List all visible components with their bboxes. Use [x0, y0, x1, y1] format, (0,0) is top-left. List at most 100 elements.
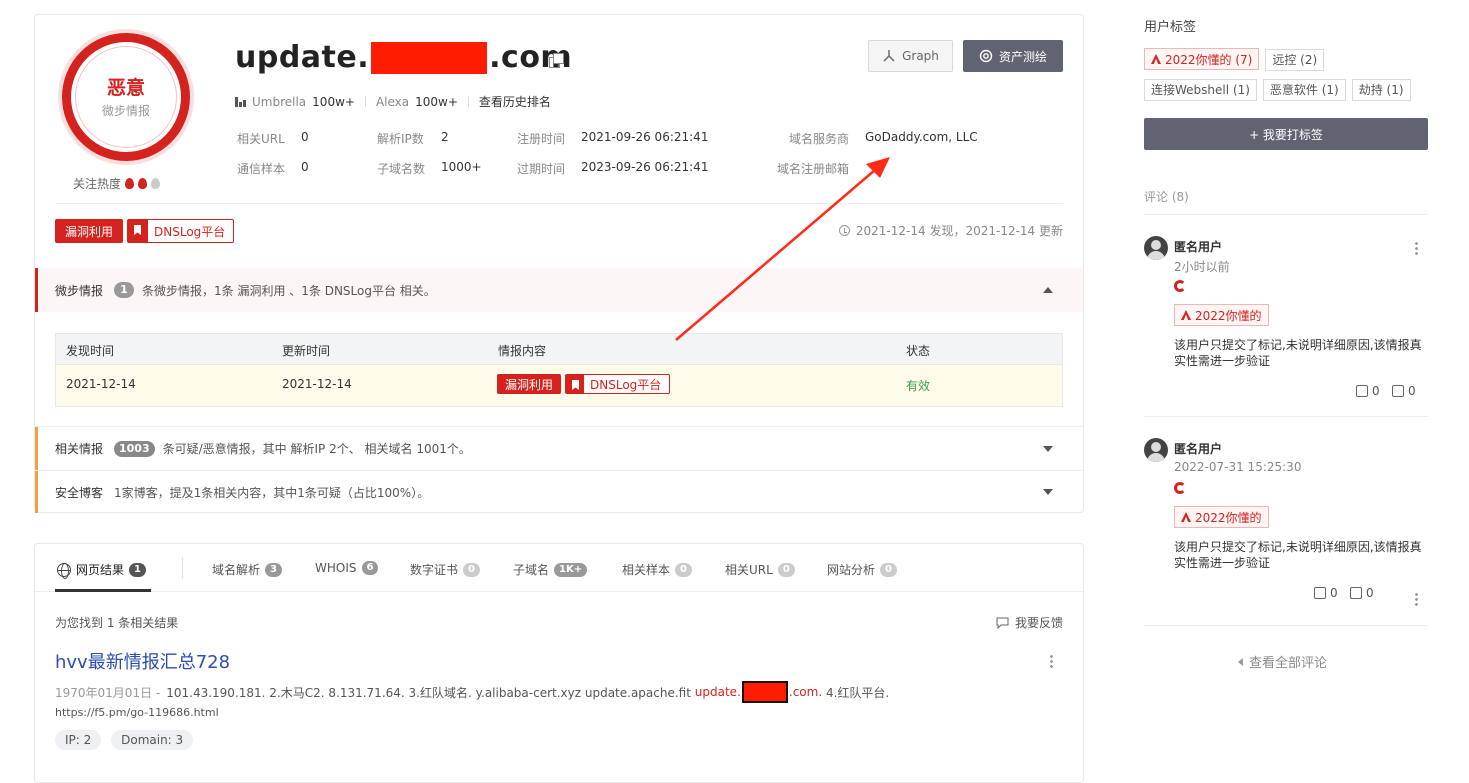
tab-related-samples[interactable]: 相关样本 0 [622, 561, 692, 578]
results-summary: 为您找到 1 条相关结果 [55, 616, 179, 630]
verdict-label: 恶意 [106, 77, 145, 99]
comment-time: 2小时以前 [1174, 260, 1230, 274]
result-tabs: 网页结果 1 域名解析 3 WHOIS 6 数字证书 0 子域名 1K+ 相关样本 0 相关… [35, 544, 1083, 592]
user-tag[interactable]: 恶意软件 (1) [1262, 78, 1346, 101]
graph-button[interactable]: Graph [868, 40, 953, 72]
intel-tags: 漏洞利用 DNSLog平台 [55, 219, 235, 243]
tag-icon [1181, 310, 1191, 320]
bookmark-icon [128, 220, 149, 242]
exploit-tag[interactable]: 漏洞利用 [55, 219, 124, 243]
dnslog-tag[interactable]: DNSLog平台 [127, 219, 235, 243]
upvote-button[interactable]: 0 [1356, 384, 1380, 398]
view-all-comments-link[interactable]: 查看全部评论 [1238, 652, 1327, 671]
meta-registrar: 域名服务商 GoDaddy.com, LLC [789, 130, 978, 146]
result-url[interactable]: https://f5.pm/go-119686.html [55, 706, 219, 719]
intel-table: 发现时间 更新时间 情报内容 状态 2021-12-14 2021-12-14 … [55, 333, 1063, 407]
caret-left-icon [1238, 657, 1243, 666]
thumbs-down-icon [1392, 385, 1404, 397]
user-tag[interactable]: 2022你懂的 (7) [1144, 48, 1260, 70]
meta-reg-time: 注册时间 2021-09-26 06:21:41 [517, 130, 709, 146]
feedback-button[interactable]: 我要反馈 [996, 614, 1063, 631]
table-row: 2021-12-14 2021-12-14 漏洞利用 DNSLog平台 有效 [56, 365, 1062, 406]
comment-user: 匿名用户 [1174, 442, 1223, 456]
tab-related-url[interactable]: 相关URL 0 [725, 561, 795, 578]
comment-user: 匿名用户 [1174, 240, 1223, 254]
tab-site-analysis[interactable]: 网站分析 0 [827, 561, 897, 578]
result-snippet: 1970年01月01日 - 101.43.190.181. 2.木马C2. 8.… [55, 681, 889, 703]
heat-label: 关注热度 [73, 177, 122, 191]
more-options-icon[interactable] [1415, 241, 1418, 256]
heat-indicator: 关注热度 [73, 175, 161, 192]
comment-tag[interactable]: 2022你懂的 [1174, 506, 1269, 528]
malicious-mark-icon [1174, 280, 1186, 292]
status-valid: 有效 [906, 379, 931, 393]
result-chips: IP: 2 Domain: 3 [55, 730, 199, 750]
domain-prefix: update. [235, 40, 370, 75]
add-tag-button[interactable]: + 我要打标签 [1144, 118, 1428, 150]
section-security-blog[interactable]: 安全博客 1家博客，提及1条相关内容，其中1条可疑（占比100%）。 [35, 471, 1083, 513]
asset-mapping-button[interactable]: 资产测绘 [963, 40, 1063, 72]
redaction-box [741, 681, 788, 703]
thumbs-up-icon [1314, 587, 1326, 599]
expand-icon[interactable] [1043, 489, 1053, 495]
thumbs-up-icon [1356, 385, 1368, 397]
section-related-intel[interactable]: 相关情报 1003 条可疑/恶意情报，其中 解析IP 2个、 相关域名 1001… [35, 427, 1083, 470]
result-title-link[interactable]: hvv最新情报汇总728 [55, 648, 230, 674]
dnslog-tag[interactable]: DNSLog平台 [565, 374, 671, 394]
tab-web-results[interactable]: 网页结果 1 [57, 561, 146, 579]
flame-icon [151, 178, 161, 189]
radar-icon [979, 49, 993, 63]
table-header: 发现时间 更新时间 情报内容 状态 [56, 334, 1062, 365]
meta-subdomains: 子域名数 1000+ [377, 160, 482, 176]
bar-chart-icon [235, 96, 246, 107]
comment-tag[interactable]: 2022你懂的 [1174, 304, 1269, 326]
avatar [1144, 236, 1168, 260]
user-tag[interactable]: 远控 (2) [1265, 48, 1325, 71]
meta-related-url: 相关URL 0 [237, 130, 309, 146]
downvote-button[interactable]: 0 [1392, 384, 1416, 398]
domain-chip[interactable]: Domain: 3 [111, 730, 194, 750]
umbrella-label: Umbrella [252, 94, 307, 109]
copy-icon[interactable] [549, 53, 564, 68]
exploit-tag[interactable]: 漏洞利用 [497, 374, 562, 394]
redaction-box [371, 41, 488, 74]
graph-icon [883, 50, 895, 62]
active-tab-underline [55, 589, 151, 592]
tab-dns-resolution[interactable]: 域名解析 3 [212, 561, 282, 578]
flame-icon [125, 178, 135, 189]
meta-expire-time: 过期时间 2023-09-26 06:21:41 [517, 160, 709, 176]
rank-bar: Umbrella 100w+ Alexa 100w+ 查看历史排名 [235, 93, 551, 110]
thumbs-down-icon [1350, 587, 1362, 599]
verdict-source: 微步情报 [101, 104, 150, 118]
tab-whois[interactable]: WHOIS 6 [315, 561, 379, 575]
more-options-icon[interactable] [1415, 592, 1418, 607]
flame-icon [138, 178, 148, 189]
weibu-count-badge: 1 [114, 282, 134, 298]
tab-subdomains[interactable]: 子域名 1K+ [513, 561, 588, 578]
meta-samples: 通信样本 0 [237, 160, 309, 176]
alexa-label: Alexa [375, 94, 410, 109]
comment-time: 2022-07-31 15:25:30 [1174, 460, 1302, 474]
history-rank-link[interactable]: 查看历史排名 [479, 93, 551, 110]
comments-title: 评论 (8) [1144, 190, 1189, 204]
globe-icon [57, 562, 71, 579]
user-tag[interactable]: 连接Webshell (1) [1144, 78, 1257, 101]
comment-icon [996, 617, 1009, 629]
user-tags-title: 用户标签 [1144, 20, 1197, 35]
user-tag[interactable]: 劫持 (1) [1351, 78, 1411, 101]
downvote-button[interactable]: 0 [1350, 586, 1374, 600]
tab-certificates[interactable]: 数字证书 0 [410, 561, 480, 578]
umbrella-value: 100w+ [312, 94, 355, 109]
search-results-card: 网页结果 1 域名解析 3 WHOIS 6 数字证书 0 子域名 1K+ 相关样本 0 相关… [34, 543, 1084, 783]
alexa-value: 100w+ [415, 94, 458, 109]
verdict-badge: 恶意 微步情报 [62, 33, 190, 161]
more-options-icon[interactable] [1050, 654, 1053, 669]
upvote-button[interactable]: 0 [1314, 586, 1338, 600]
expand-icon[interactable] [1043, 446, 1053, 452]
tag-icon [1181, 512, 1191, 522]
collapse-icon[interactable] [1043, 287, 1053, 293]
annotation-arrow [675, 157, 890, 341]
comment-text: 该用户只提交了标记,未说明详细原因,该情报真实性需进一步验证 [1174, 338, 1422, 368]
section-weibu-intel[interactable]: 微步情报 1 条微步情报，1条 漏洞利用 、1条 DNSLog平台 相关。 [35, 268, 1083, 312]
ip-chip[interactable]: IP: 2 [55, 730, 102, 750]
